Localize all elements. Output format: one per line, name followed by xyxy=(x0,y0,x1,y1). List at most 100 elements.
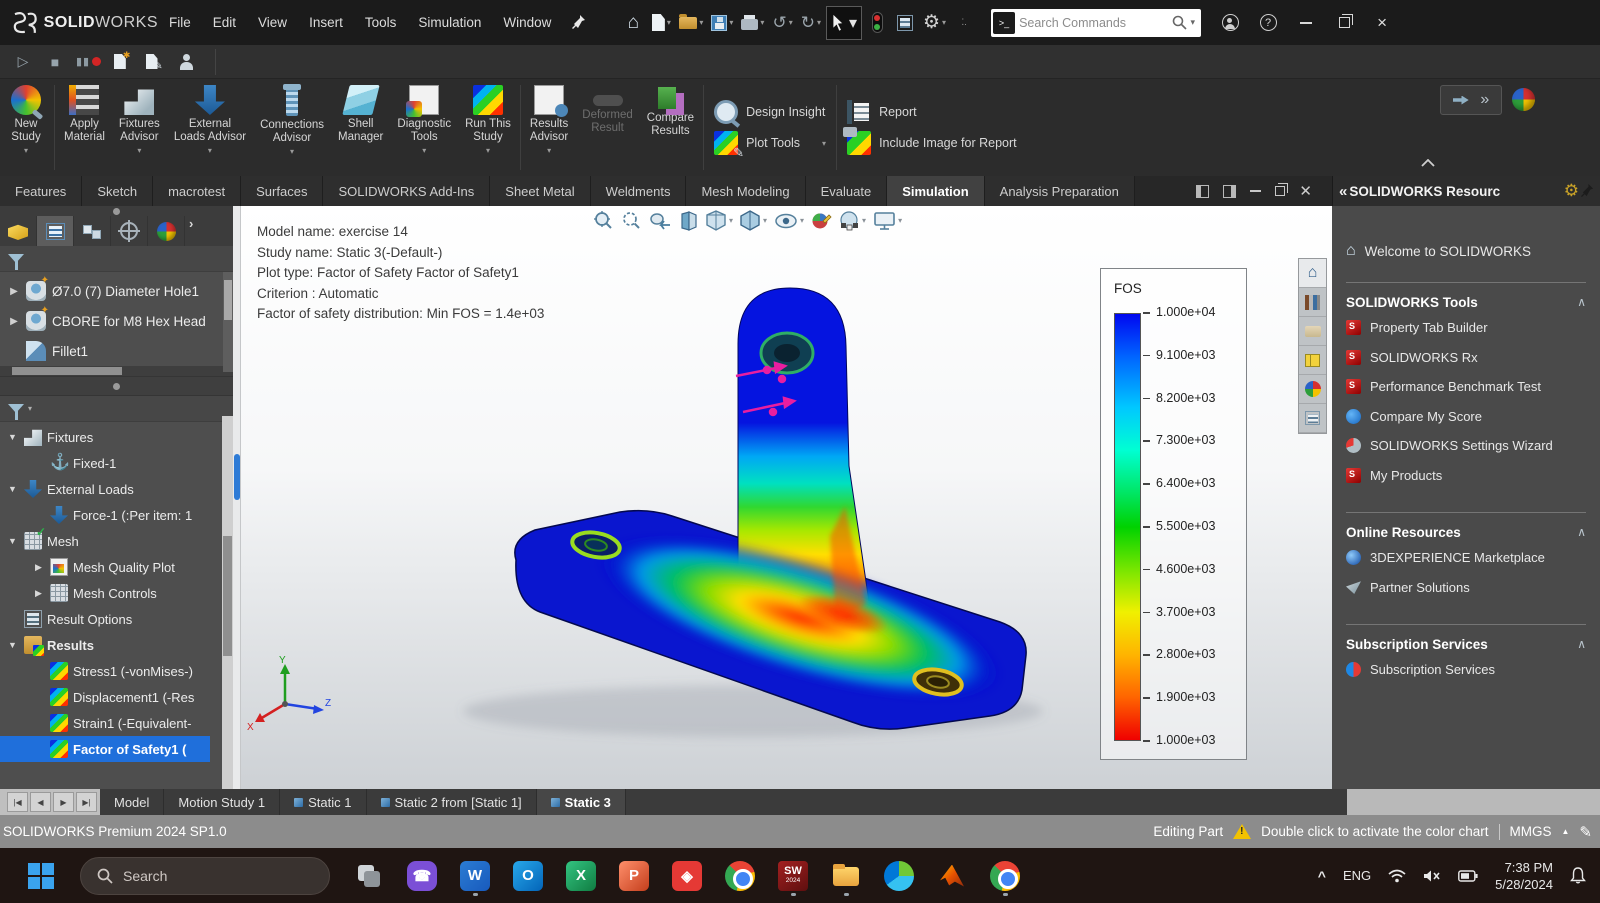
taskbar-search[interactable]: Search xyxy=(80,857,330,895)
run-this-study-button[interactable]: Run ThisStudy▾ xyxy=(458,79,518,176)
task-pane-link-performance-benchmark-test[interactable]: Performance Benchmark Test xyxy=(1346,372,1586,402)
redo-button[interactable]: ↻▾ xyxy=(798,8,824,38)
apply-scene-button[interactable]: ▾ xyxy=(839,210,866,231)
feature-tree-item[interactable]: Fillet1 xyxy=(0,336,233,366)
volume-muted-icon[interactable] xyxy=(1423,869,1441,883)
panel-top-splitter[interactable] xyxy=(0,206,233,216)
expand-arrow-icon[interactable]: ▶ xyxy=(32,588,45,599)
first-tab-button[interactable]: |◀ xyxy=(7,792,28,812)
notification-bell-icon[interactable] xyxy=(1570,867,1586,884)
feature-tree-filter[interactable] xyxy=(0,246,233,272)
include-image-for-report-button[interactable]: Include Image for Report xyxy=(847,131,1017,155)
expand-arrow-icon[interactable]: ▶ xyxy=(32,562,45,573)
print-button[interactable]: ▾ xyxy=(738,8,767,38)
study-tab-model[interactable]: Model xyxy=(100,789,164,815)
fixtures-advisor-button[interactable]: FixturesAdvisor▾ xyxy=(112,79,167,176)
stop-macro-button[interactable]: ■ xyxy=(44,50,66,74)
menu-tools[interactable]: Tools xyxy=(354,0,408,45)
tab-property-manager[interactable] xyxy=(74,216,111,246)
taskbar-app-task-view[interactable] xyxy=(352,856,386,896)
tab-sketch[interactable]: Sketch xyxy=(82,176,153,206)
plot-tools-dropdown-arrow[interactable]: ▾ xyxy=(822,139,826,148)
search-commands-input[interactable] xyxy=(1019,16,1167,30)
task-pane-link-3dexperience-marketplace[interactable]: 3DEXPERIENCE Marketplace xyxy=(1346,543,1586,573)
collapse-ribbon-button[interactable] xyxy=(1421,154,1435,172)
tray-overflow-button[interactable]: ^ xyxy=(1318,868,1326,884)
report-button[interactable]: Report xyxy=(847,100,1017,124)
study-tree-item[interactable]: ▼Mesh xyxy=(0,528,233,554)
file-explorer-tab[interactable] xyxy=(1299,317,1326,346)
study-tree-item[interactable]: ▶Mesh Quality Plot xyxy=(0,554,233,580)
command-search[interactable]: >_ ▾ xyxy=(991,9,1201,37)
edit-appearance-button[interactable] xyxy=(811,210,832,231)
edit-macro-button[interactable]: ✎ xyxy=(143,50,165,74)
open-dropdown-arrow[interactable]: ▾ xyxy=(699,18,703,27)
settings-button[interactable]: ⚙▾ xyxy=(920,8,949,38)
plot-tools-button[interactable]: Plot Tools▾ xyxy=(714,131,826,155)
tab-simulation[interactable]: Simulation xyxy=(887,176,984,206)
tab-part-manager[interactable] xyxy=(0,216,37,246)
taskbar-app-chrome-2[interactable] xyxy=(988,856,1022,896)
task-pane-link-subscription-services[interactable]: Subscription Services xyxy=(1346,655,1586,685)
menu-view[interactable]: View xyxy=(247,0,298,45)
previous-view-button[interactable] xyxy=(649,211,671,231)
study-tree-item[interactable]: ▼Fixtures xyxy=(0,424,233,450)
study-tab-static-3[interactable]: Static 3 xyxy=(537,789,626,815)
task-pane-link-property-tab-builder[interactable]: Property Tab Builder xyxy=(1346,313,1586,343)
graphics-viewport[interactable]: Y X Z Model name: exercise 14Study name:… xyxy=(233,206,1332,789)
appearances-tab[interactable] xyxy=(1299,375,1326,404)
collapse-arrow-icon[interactable]: ▼ xyxy=(6,640,19,650)
display-style-button[interactable]: ▾ xyxy=(740,210,767,231)
minimize-button[interactable] xyxy=(1289,8,1323,38)
close-button[interactable]: × xyxy=(1365,8,1399,38)
new-dropdown-arrow[interactable]: ▾ xyxy=(667,18,671,27)
zoom-to-area-button[interactable] xyxy=(621,210,642,231)
vscroll-thumb[interactable] xyxy=(224,280,232,320)
tab-sheet-metal[interactable]: Sheet Metal xyxy=(490,176,590,206)
dock-right-pane-icon[interactable] xyxy=(1223,185,1236,198)
3dexperience-button[interactable] xyxy=(864,8,890,38)
menu-insert[interactable]: Insert xyxy=(298,0,354,45)
study-tree-item[interactable]: Force-1 (:Per item: 1 xyxy=(0,502,233,528)
view-orientation-button[interactable]: ▾ xyxy=(706,210,733,231)
design-library-tab[interactable] xyxy=(1299,288,1326,317)
taskbar-app-matlab[interactable] xyxy=(935,856,969,896)
study-tree-item[interactable]: Strain1 (-Equivalent- xyxy=(0,710,233,736)
new-study-button[interactable]: NewStudy▾ xyxy=(0,79,52,176)
language-indicator[interactable]: ENG xyxy=(1343,868,1371,883)
task-pane-link-partner-solutions[interactable]: Partner Solutions xyxy=(1346,573,1586,603)
floating-tool-box[interactable]: » xyxy=(1440,85,1502,115)
section-view-button[interactable] xyxy=(678,211,699,231)
tab-mesh-modeling[interactable]: Mesh Modeling xyxy=(686,176,805,206)
tab-surfaces[interactable]: Surfaces xyxy=(241,176,323,206)
new-document-button[interactable]: ▾ xyxy=(648,8,674,38)
task-pane-home-tab[interactable]: ⌂ xyxy=(1299,259,1326,288)
tab-analysis-preparation[interactable]: Analysis Preparation xyxy=(985,176,1135,206)
run-macro-button[interactable]: ▷ xyxy=(12,50,34,74)
tab-feature-manager[interactable] xyxy=(37,216,74,246)
feature-tree-item[interactable]: ▶CBORE for M8 Hex Head xyxy=(0,306,233,336)
results-advisor-dropdown-arrow[interactable]: ▾ xyxy=(547,146,551,155)
connections-advisor-dropdown-arrow[interactable]: ▾ xyxy=(290,147,294,156)
tab-solidworks-add-ins[interactable]: SOLIDWORKS Add-Ins xyxy=(323,176,490,206)
collapse-arrow-icon[interactable]: ▼ xyxy=(6,484,19,494)
run-this-study-dropdown-arrow[interactable]: ▾ xyxy=(486,146,490,155)
taskbar-app-viber[interactable]: ☎ xyxy=(405,856,439,896)
options-list-button[interactable] xyxy=(892,8,918,38)
battery-icon[interactable] xyxy=(1458,870,1478,882)
task-pane-link-my-products[interactable]: My Products xyxy=(1346,461,1586,491)
menu-edit[interactable]: Edit xyxy=(202,0,247,45)
dropdown-arrow[interactable]: ▾ xyxy=(800,216,804,225)
feature-tree-item[interactable]: ▶Ø7.0 (7) Diameter Hole1 xyxy=(0,276,233,306)
collapse-chevron-icon[interactable]: ∧ xyxy=(1577,525,1586,539)
tab-weldments[interactable]: Weldments xyxy=(591,176,687,206)
fixtures-advisor-dropdown-arrow[interactable]: ▾ xyxy=(137,146,141,155)
menu-file[interactable]: File xyxy=(158,0,202,45)
feature-tree-hscrollbar[interactable] xyxy=(0,366,233,376)
results-advisor-button[interactable]: ResultsAdvisor▾ xyxy=(523,79,575,176)
select-tool-button[interactable]: ▾ xyxy=(826,6,862,40)
expand-arrow-icon[interactable]: ▶ xyxy=(8,286,20,297)
document-close-icon[interactable]: ✕ xyxy=(1299,184,1312,199)
prev-tab-button[interactable]: ◀ xyxy=(30,792,51,812)
study-tree-item[interactable]: ▶Mesh Controls xyxy=(0,580,233,606)
